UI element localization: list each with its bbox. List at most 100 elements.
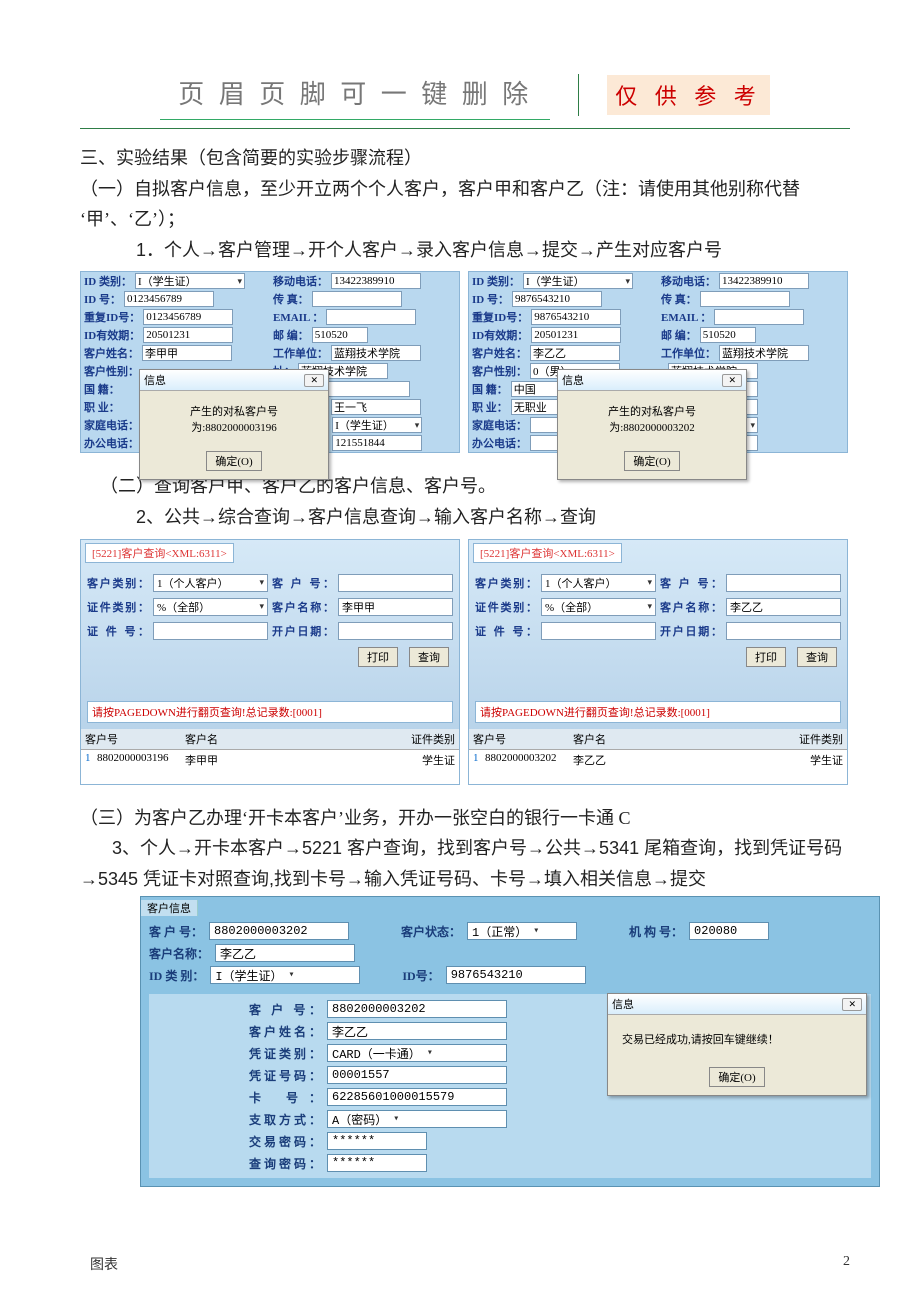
- c-id-no-label: ID号：: [402, 967, 439, 984]
- qa-date[interactable]: [338, 622, 453, 640]
- ci-cust-no[interactable]: 8802000003202: [327, 1000, 507, 1018]
- b-name[interactable]: 李乙乙: [530, 345, 620, 361]
- a-id-repeat-label: 重复ID号：: [84, 309, 140, 325]
- a-id-no[interactable]: 0123456789: [124, 291, 214, 307]
- a-id-type[interactable]: I（学生证）: [135, 273, 245, 289]
- a-post[interactable]: 510520: [312, 327, 368, 343]
- qa-print-button[interactable]: 打印: [358, 647, 398, 667]
- qb-cust-no[interactable]: [726, 574, 841, 592]
- qa-cust-name[interactable]: 李甲甲: [338, 598, 453, 616]
- ci-txpwd[interactable]: ******: [327, 1132, 427, 1150]
- ci-cert-no[interactable]: 00001557: [327, 1066, 507, 1084]
- b-id-valid[interactable]: 20501231: [531, 327, 621, 343]
- success-ok-button[interactable]: 确定(O): [709, 1067, 764, 1087]
- qb-cert-type[interactable]: %（全部）: [541, 598, 656, 616]
- qa-cert-type-label: 证件类别：: [87, 599, 149, 615]
- b-work[interactable]: 蓝翔技术学院: [719, 345, 809, 361]
- query-panel-b: [5221]客户查询<XML:6311> 客户类别：1（个人客户）客 户 号： …: [468, 539, 848, 785]
- qa-cust-no-label: 客 户 号：: [272, 575, 334, 591]
- a-fax[interactable]: [312, 291, 402, 307]
- s3-intro: （三）为客户乙办理‘开卡本客户’业务，开办一张空白的银行一卡通 C: [80, 803, 850, 834]
- c-status[interactable]: 1（正常）: [467, 922, 577, 940]
- ci-draw-label: 支取方式：: [249, 1111, 321, 1128]
- ci-card-no[interactable]: 62285601000015579: [327, 1088, 507, 1106]
- header-rule: [80, 128, 850, 129]
- qb-cert-no-label: 证 件 号：: [475, 623, 537, 639]
- a-mgr-id[interactable]: 121551844: [332, 435, 422, 451]
- qb-date[interactable]: [726, 622, 841, 640]
- a-mobile[interactable]: 13422389910: [331, 273, 421, 289]
- b-id-repeat[interactable]: 9876543210: [531, 309, 621, 325]
- table-row[interactable]: 18802000003202李乙乙学生证: [469, 750, 847, 770]
- a-haddr[interactable]: [320, 381, 410, 397]
- ci-cust-name[interactable]: 李乙乙: [327, 1022, 507, 1040]
- c-status-label: 客户状态：: [401, 923, 461, 940]
- qb-table-head: 客户号客户名证件类别: [469, 729, 847, 750]
- ci-cust-no-label: 客 户 号：: [249, 1001, 321, 1018]
- a-mgr-idtype[interactable]: I（学生证）: [332, 417, 422, 433]
- b-dialog-title: 信息: [562, 372, 584, 388]
- c-org[interactable]: 020080: [689, 922, 769, 940]
- ci-draw[interactable]: A（密码）: [327, 1110, 507, 1128]
- a-fax-label: 传 真：: [273, 291, 309, 307]
- qa-cert-type[interactable]: %（全部）: [153, 598, 268, 616]
- a-name[interactable]: 李甲甲: [142, 345, 232, 361]
- qa-cust-type-label: 客户类别：: [87, 575, 149, 591]
- page-footer: 图表 2: [90, 1254, 850, 1274]
- ci-cert-type-label: 凭证类别：: [249, 1045, 321, 1062]
- qb-print-button[interactable]: 打印: [746, 647, 786, 667]
- a-email[interactable]: [326, 309, 416, 325]
- ci-cert-type[interactable]: CARD（一卡通）: [327, 1044, 507, 1062]
- b-fax[interactable]: [700, 291, 790, 307]
- s3-step1: 3、个人→开卡本客户→5221 客户查询，找到客户号→公共→5341 尾箱查询，…: [112, 833, 850, 864]
- table-row[interactable]: 18802000003196李甲甲学生证: [81, 750, 459, 770]
- qb-date-label: 开户日期：: [660, 623, 722, 639]
- close-icon[interactable]: ✕: [304, 374, 324, 387]
- a-work[interactable]: 蓝翔技术学院: [331, 345, 421, 361]
- cust-b-panel: ID 类别：I（学生证） ID 号：9876543210 重复ID号：98765…: [468, 271, 848, 453]
- a-dialog-ok-button[interactable]: 确定(O): [206, 451, 261, 471]
- qa-cust-type[interactable]: 1（个人客户）: [153, 574, 268, 592]
- qb-query-button[interactable]: 查询: [797, 647, 837, 667]
- qa-date-label: 开户日期：: [272, 623, 334, 639]
- a-mgr-name[interactable]: 王一飞: [331, 399, 421, 415]
- b-id-type[interactable]: I（学生证）: [523, 273, 633, 289]
- qa-query-button[interactable]: 查询: [409, 647, 449, 667]
- a-email-label: EMAIL ：: [273, 309, 323, 325]
- qb-cust-type[interactable]: 1（个人客户）: [541, 574, 656, 592]
- ci-qrypwd-label: 查询密码：: [249, 1155, 321, 1172]
- qa-cert-no[interactable]: [153, 622, 268, 640]
- b-email[interactable]: [714, 309, 804, 325]
- c-org-label: 机 构 号：: [629, 923, 683, 940]
- c-cust-no[interactable]: 8802000003202: [209, 922, 349, 940]
- a-job-label: 职 业：: [84, 399, 120, 415]
- close-icon[interactable]: ✕: [842, 998, 862, 1011]
- b-dialog-ok-button[interactable]: 确定(O): [624, 451, 679, 471]
- b-offtel-label: 办公电话：: [472, 435, 527, 451]
- query-tab-a[interactable]: [5221]客户查询<XML:6311>: [85, 543, 234, 563]
- close-icon[interactable]: ✕: [722, 374, 742, 387]
- s1-step: 1．个人→客户管理→开个人客户→录入客户信息→提交→产生对应客户号: [136, 235, 850, 266]
- b-id-no[interactable]: 9876543210: [512, 291, 602, 307]
- a-id-repeat[interactable]: 0123456789: [143, 309, 233, 325]
- qb-cust-name[interactable]: 李乙乙: [726, 598, 841, 616]
- query-panel-a: [5221]客户查询<XML:6311> 客户类别：1（个人客户）客 户 号： …: [80, 539, 460, 785]
- b-mobile[interactable]: 13422389910: [719, 273, 809, 289]
- c-cust-name[interactable]: 李乙乙: [215, 944, 355, 962]
- b-id-valid-label: ID有效期：: [472, 327, 528, 343]
- query-tab-b[interactable]: [5221]客户查询<XML:6311>: [473, 543, 622, 563]
- qb-cert-no[interactable]: [541, 622, 656, 640]
- c-id-no[interactable]: 9876543210: [446, 966, 586, 984]
- footer-left: 图表: [90, 1254, 118, 1274]
- c-id-type[interactable]: I（学生证）: [210, 966, 360, 984]
- a-id-valid[interactable]: 20501231: [143, 327, 233, 343]
- a-hometel-label: 家庭电话：: [84, 417, 139, 433]
- qa-table-head: 客户号客户名证件类别: [81, 729, 459, 750]
- qa-cust-no[interactable]: [338, 574, 453, 592]
- b-job-label: 职 业：: [472, 399, 508, 415]
- ci-qrypwd[interactable]: ******: [327, 1154, 427, 1172]
- ci-cert-no-label: 凭证号码：: [249, 1067, 321, 1084]
- a-name-label: 客户姓名：: [84, 345, 139, 361]
- b-post[interactable]: 510520: [700, 327, 756, 343]
- qb-cust-type-label: 客户类别：: [475, 575, 537, 591]
